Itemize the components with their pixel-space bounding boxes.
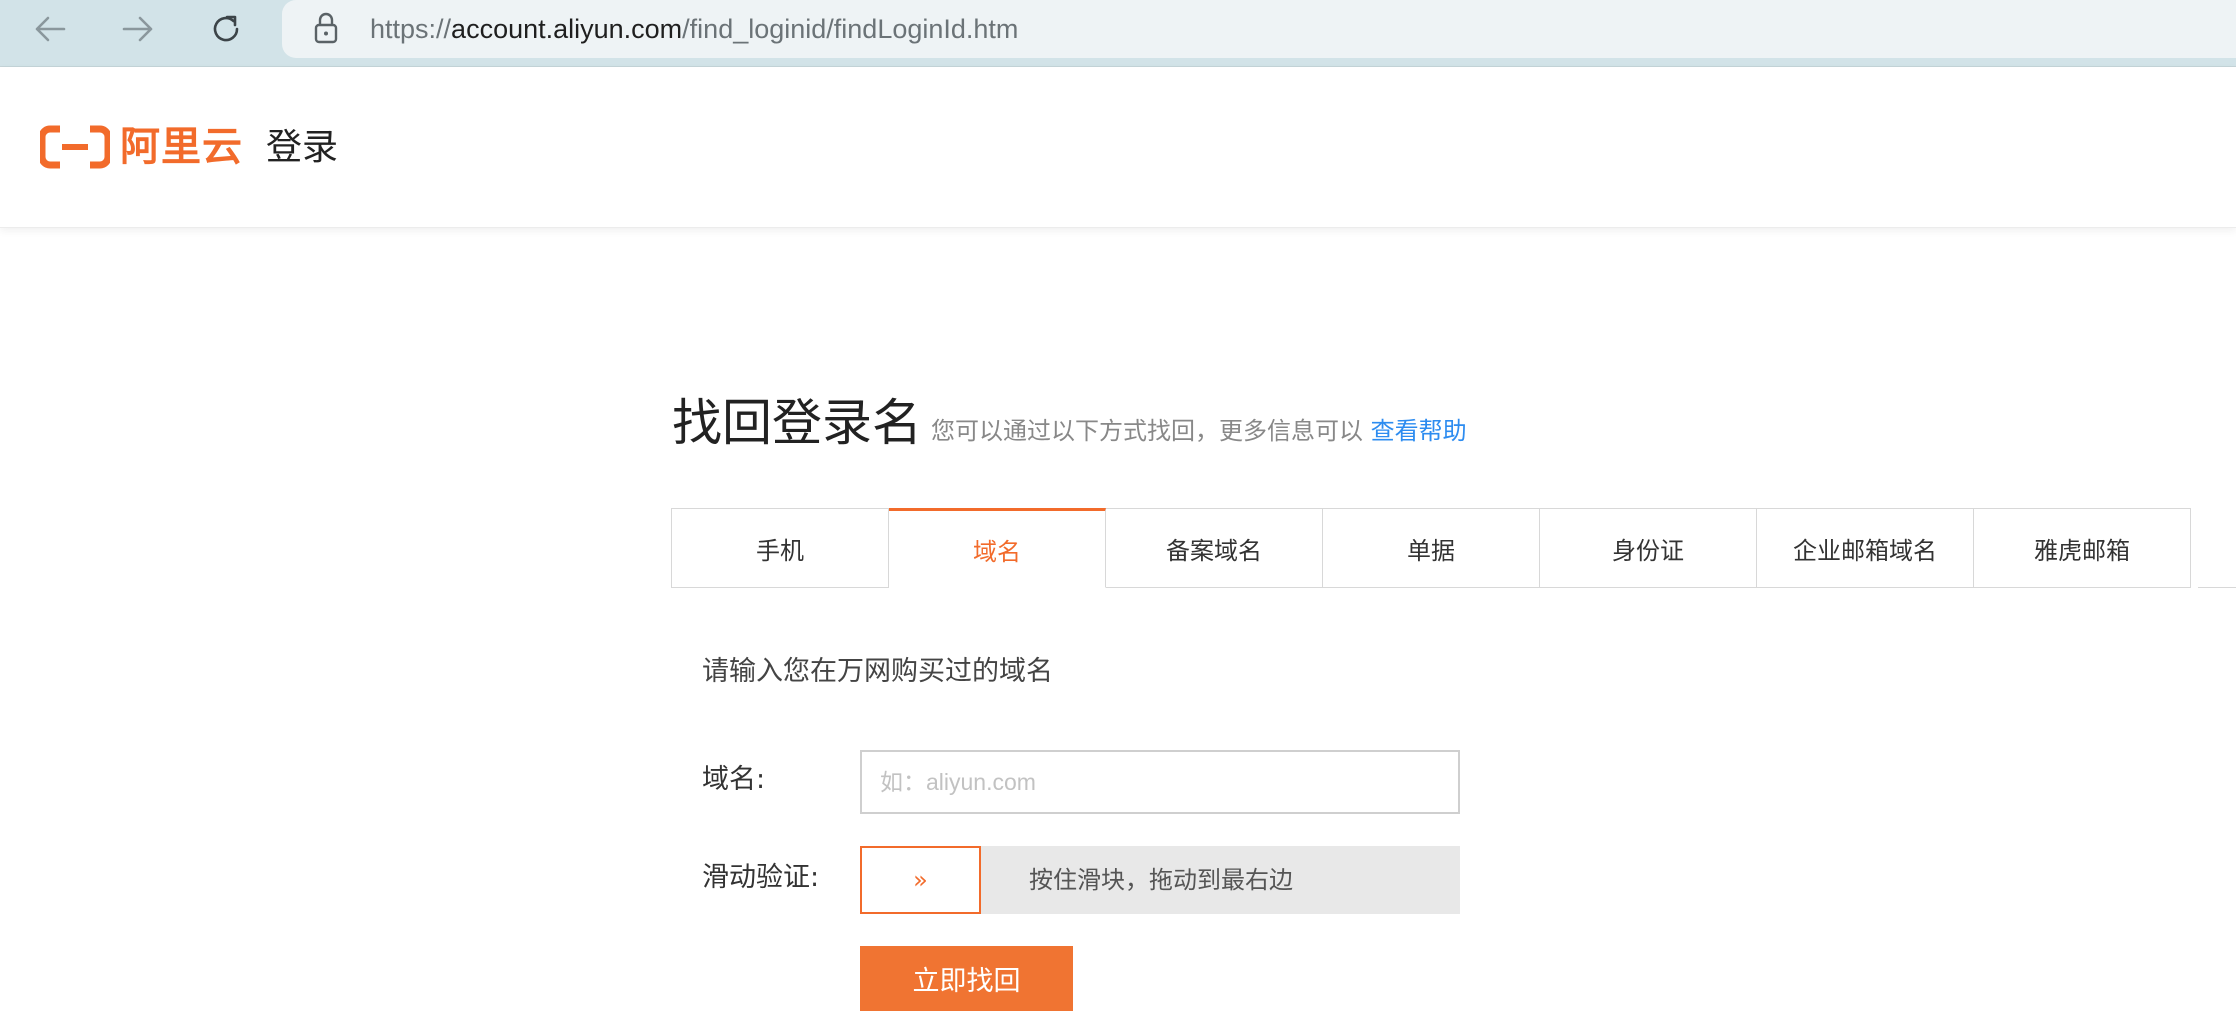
tab-receipt[interactable]: 单据 — [1323, 508, 1540, 588]
double-chevron-right-icon: » — [913, 866, 928, 894]
lock-icon — [314, 12, 338, 44]
page-title: 找回登录名 — [672, 394, 922, 452]
url-path: /find_loginid/findLoginId.htm — [682, 14, 1019, 44]
tab-id-card[interactable]: 身份证 — [1540, 508, 1757, 588]
domain-input[interactable] — [860, 750, 1460, 814]
subtitle-text: 您可以通过以下方式找回，更多信息可以 — [931, 417, 1363, 445]
logo-text: 阿里云 — [120, 124, 243, 170]
browser-toolbar: https://account.aliyun.com/find_loginid/… — [0, 0, 2236, 67]
tab-phone[interactable]: 手机 — [672, 508, 889, 588]
page-subtitle: 您可以通过以下方式找回，更多信息可以 查看帮助 — [931, 414, 1467, 448]
url-text[interactable]: https://account.aliyun.com/find_loginid/… — [370, 13, 1018, 45]
aliyun-logo[interactable]: 阿里云 — [40, 123, 243, 171]
forward-button[interactable] — [112, 7, 164, 51]
reload-button[interactable] — [200, 7, 252, 51]
submit-button[interactable]: 立即找回 — [860, 946, 1073, 1011]
tab-yahoo-mail[interactable]: 雅虎邮箱 — [1974, 508, 2191, 588]
tab-domain[interactable]: 域名 — [889, 508, 1106, 588]
address-bar[interactable]: https://account.aliyun.com/find_loginid/… — [282, 0, 2236, 58]
tab-enterprise-mail-domain[interactable]: 企业邮箱域名 — [1757, 508, 1974, 588]
tab-filed-domain[interactable]: 备案域名 — [1106, 508, 1323, 588]
recovery-method-tabs: 手机 域名 备案域名 单据 身份证 企业邮箱域名 雅虎邮箱 — [671, 508, 2191, 588]
help-link[interactable]: 查看帮助 — [1371, 417, 1467, 445]
tabs-divider — [2198, 587, 2236, 588]
forward-icon — [122, 16, 153, 42]
slider-label: 滑动验证: — [702, 862, 820, 893]
instruction-text: 请输入您在万网购买过的域名 — [702, 656, 1053, 687]
reload-icon — [213, 15, 239, 42]
header-title: 登录 — [266, 127, 339, 168]
url-host: account.aliyun.com — [451, 14, 683, 44]
back-icon — [35, 16, 66, 42]
back-button[interactable] — [24, 7, 76, 51]
url-scheme: https:// — [370, 14, 452, 44]
slider-hint-text: 按住滑块，拖动到最右边 — [1029, 866, 1293, 894]
slider-handle[interactable]: » — [860, 846, 981, 914]
site-header: 阿里云 登录 — [0, 67, 2236, 228]
domain-label: 域名: — [702, 764, 766, 795]
aliyun-logo-icon — [40, 125, 110, 169]
